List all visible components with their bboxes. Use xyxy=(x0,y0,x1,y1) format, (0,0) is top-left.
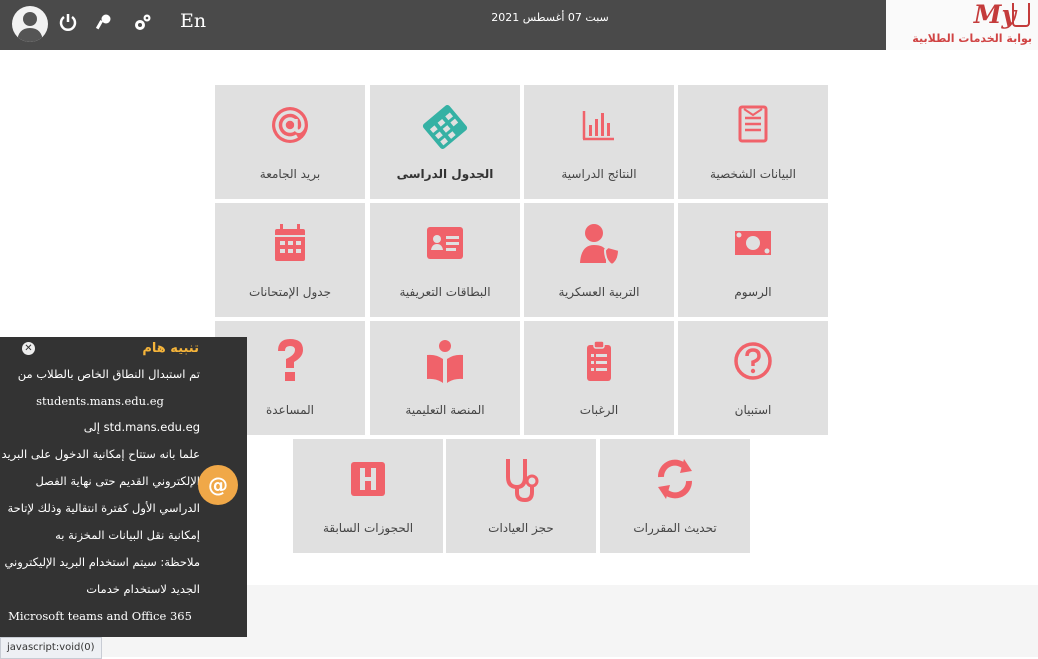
user-avatar[interactable] xyxy=(12,6,48,42)
tile-label: التربية العسكرية xyxy=(558,285,640,299)
notice-line: ملاحظة: سيتم استخدام البريد الإليكتروني xyxy=(4,555,200,569)
money-icon xyxy=(735,231,771,255)
tile-military-education[interactable]: التربية العسكرية xyxy=(524,203,674,317)
power-icon[interactable] xyxy=(56,13,80,37)
tile-label: البطاقات التعريفية xyxy=(399,285,491,299)
brand-logo-mark xyxy=(1012,3,1030,27)
question-circle-icon xyxy=(734,342,772,380)
hospital-icon xyxy=(351,462,385,496)
notice-line: students.mans.edu.eg xyxy=(36,394,164,408)
tile-class-schedule[interactable]: الجدول الدراسى xyxy=(370,85,520,199)
notice-line: الدراسي الأول كفترة انتقالية وذلك لإتاحة xyxy=(7,501,200,515)
tile-label: المنصة التعليمية xyxy=(405,403,485,417)
tile-label: حجز العيادات xyxy=(488,521,554,535)
brand-logo-area[interactable]: My بوابة الخدمات الطلابية xyxy=(886,0,1038,50)
calendar-icon xyxy=(422,105,468,149)
at-icon xyxy=(272,107,308,143)
tile-survey[interactable]: استبيان xyxy=(678,321,828,435)
notice-line: إلى std.mans.edu.eg xyxy=(83,420,200,434)
user-avatar-icon xyxy=(17,12,43,42)
tile-preferences[interactable]: الرغبات xyxy=(524,321,674,435)
notice-line: الإلكتروني القديم حتى نهاية الفصل xyxy=(35,474,200,488)
tile-label: استبيان xyxy=(734,403,772,417)
tile-label: الرسوم xyxy=(734,285,772,299)
tile-university-mail[interactable]: بريد الجامعة xyxy=(215,85,365,199)
refresh-icon xyxy=(658,459,692,499)
tile-exam-schedule[interactable]: جدول الإمتحانات xyxy=(215,203,365,317)
top-bar: En سبت 07 أغسطس 2021 My بوابة الخدمات ال… xyxy=(0,0,1038,50)
notice-title: تنبيه هام xyxy=(142,341,199,356)
notice-line: تم استبدال النطاق الخاص بالطلاب من xyxy=(17,367,200,381)
tile-study-results[interactable]: النتائج الدراسية xyxy=(524,85,674,199)
user-shield-icon xyxy=(580,224,621,267)
tile-label: النتائج الدراسية xyxy=(561,167,637,181)
stethoscope-icon xyxy=(506,459,539,503)
tile-label: بريد الجامعة xyxy=(259,167,321,181)
notice-line: إمكانية نقل البيانات المخزنة به xyxy=(55,528,200,542)
status-bar: javascript:void(0) xyxy=(0,637,102,659)
notice-line: الجديد لاستخدام خدمات xyxy=(86,582,200,596)
clipboard-list-icon xyxy=(587,340,611,381)
profile-doc-icon xyxy=(738,105,768,143)
tile-label: الجدول الدراسى xyxy=(396,167,494,181)
tile-fees[interactable]: الرسوم xyxy=(678,203,828,317)
tile-previous-bookings[interactable]: الحجوزات السابقة xyxy=(293,439,443,553)
brand-logo: My xyxy=(973,0,1016,29)
tile-label: تحديث المقررات xyxy=(633,521,717,535)
exam-calendar-icon xyxy=(275,224,305,261)
current-date: سبت 07 أغسطس 2021 xyxy=(491,11,609,24)
key-icon[interactable] xyxy=(92,13,116,37)
tile-label: البيانات الشخصية xyxy=(710,167,796,181)
tile-label: الرغبات xyxy=(579,403,619,417)
reading-icon xyxy=(427,340,463,383)
notice-line: علما بانه ستتاح إمكانية الدخول على البري… xyxy=(1,447,200,461)
close-icon[interactable]: ✕ xyxy=(22,342,35,355)
tile-id-cards[interactable]: البطاقات التعريفية xyxy=(370,203,520,317)
important-notice-popup: ✕ تنبيه هام تم استبدال النطاق الخاص بالط… xyxy=(0,337,247,637)
notice-line: Microsoft teams and Office 365 xyxy=(8,609,192,623)
id-card-icon xyxy=(427,227,463,259)
brand-text: بوابة الخدمات الطلابية xyxy=(912,32,1032,45)
bar-chart-icon xyxy=(582,111,614,141)
tile-learning-platform[interactable]: المنصة التعليمية xyxy=(370,321,520,435)
tile-label: جدول الإمتحانات xyxy=(249,285,331,299)
at-icon: @ xyxy=(198,465,238,505)
language-toggle[interactable]: En xyxy=(180,10,206,32)
tile-update-courses[interactable]: تحديث المقررات xyxy=(600,439,750,553)
tile-label: الحجوزات السابقة xyxy=(322,521,414,535)
tile-clinic-booking[interactable]: حجز العيادات xyxy=(446,439,596,553)
settings-icon[interactable] xyxy=(130,13,154,37)
tile-personal-data[interactable]: البيانات الشخصية xyxy=(678,85,828,199)
